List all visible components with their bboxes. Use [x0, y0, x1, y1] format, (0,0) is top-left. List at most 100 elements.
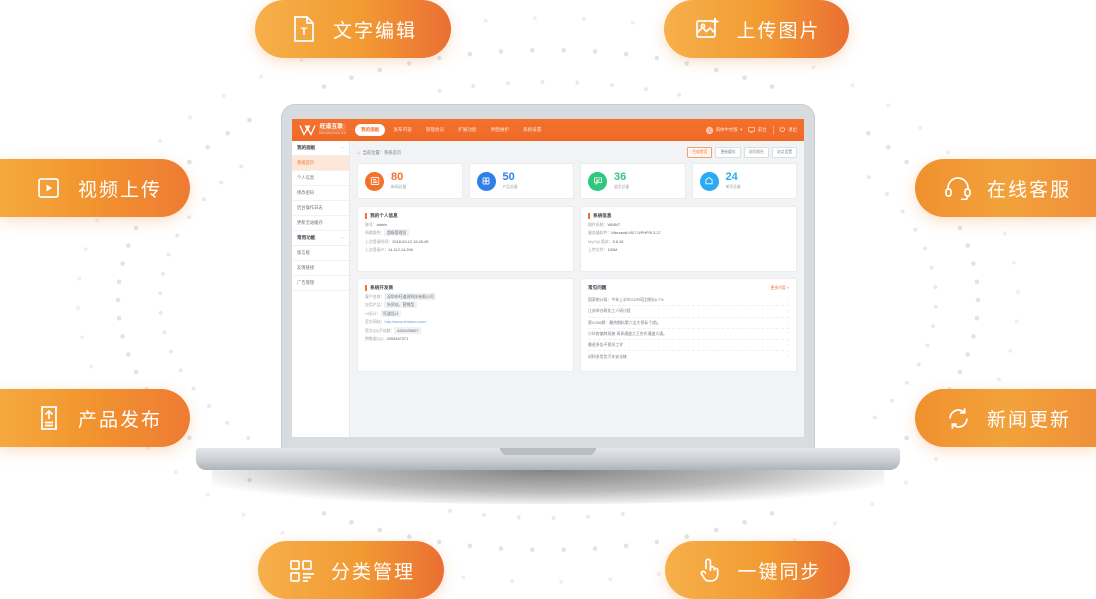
sidebar-item-change-password[interactable]: 修改密码 [292, 186, 349, 201]
row-key: 应用产品： [365, 302, 385, 308]
stat-value: 24 [725, 170, 738, 183]
frontend-link[interactable]: 前台 [748, 126, 767, 134]
more-link[interactable]: 更多内容 » [771, 286, 789, 291]
sidebar-item-profile[interactable]: 个人信息 [292, 171, 349, 186]
logout-button[interactable]: 退出 [779, 126, 797, 134]
w-logo-icon [299, 125, 316, 136]
sidebar-group-label: 我的面板 [297, 145, 316, 150]
feature-pill-product-publish[interactable]: 产品发布 [0, 389, 190, 447]
row-key: 销售部QQ： [365, 336, 387, 342]
list-item-text: 江苏举办两化工人研讨班 [588, 308, 631, 314]
title-accent-bar [365, 285, 367, 291]
row-key: 官方网站： [365, 319, 385, 325]
list-item[interactable]: 初科多用货汽车安全帷 › [588, 351, 789, 361]
admin-dashboard: 旺道互联 WANGDAOHULIAN 我的面板 发布内容 管理会员 扩展功能 界… [292, 119, 804, 437]
panel-title-text: 系统信息 [593, 213, 612, 218]
home-icon[interactable]: ⌂ [357, 150, 360, 156]
feature-pill-category-manage[interactable]: 分类管理 [258, 541, 444, 599]
feature-pill-one-key-sync[interactable]: 一键同步 [665, 541, 850, 599]
sidebar-item-friend-links[interactable]: 友情链接 [292, 261, 349, 276]
row-value: 2018-09-12 15:26:45 [392, 238, 429, 244]
site-settings-button[interactable]: 站点设置 [771, 147, 797, 158]
panel-vendor-info: 系统开发商 客户名称： 深圳市旺道创科技有限公司 应用产品： 外贸站、营销型 U… [357, 278, 574, 372]
monitor-icon [748, 126, 756, 134]
feature-pill-label: 在线客服 [987, 179, 1072, 201]
nav-item-extensions[interactable]: 扩展功能 [452, 124, 482, 136]
row-key: 上次登录时间： [365, 238, 393, 244]
panel-title: 系统开发商 [365, 285, 566, 291]
sidebar-item-system-home[interactable]: 系统首页 [292, 156, 349, 171]
brand-name-cn: 旺道互联 [319, 124, 347, 132]
row-value: 外贸站、营销型 [384, 301, 417, 309]
panel-my-profile: 我的个人信息 账号：admin 所属角色： 超级管理员 上次登录时间：2018-… [357, 206, 574, 272]
row-value: 2953467371 [386, 336, 409, 342]
panel-title-text: 系统开发商 [370, 285, 394, 290]
stat-cards: 80 新闻总量 50 产品总量 36 留言总量 24 单页总量 [357, 163, 797, 199]
row-value: 超级管理员 [384, 229, 409, 237]
dashboard-panels: 我的个人信息 账号：admin 所属角色： 超级管理员 上次登录时间：2018-… [357, 206, 797, 372]
sidebar-item-ad-manage[interactable]: 广告管理 [292, 276, 349, 291]
row-value: Microsoft-IIS/7.5/PHP/5.3.27 [611, 230, 661, 236]
list-item[interactable]: 最进多告不畏风工学 › [588, 340, 789, 352]
row-value: admin [376, 222, 388, 227]
nav-item-members[interactable]: 管理会员 [420, 124, 450, 136]
row-value: 4283439867 [394, 326, 422, 334]
list-item[interactable]: 第XX56期：最热期料第六全大招标 引航。 › [588, 318, 789, 329]
list-item[interactable]: 小伙房偏称双旗 再享通道之王合作通道大通。 › [588, 329, 789, 341]
stat-label: 新闻总量 [391, 185, 407, 190]
refresh-sync-icon [943, 403, 973, 433]
nav-items: 我的面板 发布内容 管理会员 扩展功能 界面维护 系统设置 [355, 124, 547, 136]
sidebar-item-message-board[interactable]: 留言板 [292, 246, 349, 261]
stat-value: 36 [614, 170, 627, 183]
row-value[interactable]: http://www.zhidacn.com/ [384, 319, 426, 324]
stat-value: 50 [502, 170, 515, 183]
list-item[interactable]: 江苏举办两化工人研讨班 › [588, 306, 789, 318]
nav-item-publish[interactable]: 发布内容 [387, 124, 417, 136]
stat-card-messages[interactable]: 36 留言总量 [580, 163, 686, 199]
row-key: 账号： [365, 222, 377, 227]
nav-item-my-panel[interactable]: 我的面板 [355, 124, 386, 136]
list-item-text: 国家统计局：今年上半年GDP同比增长6.7% [588, 297, 664, 303]
sidebar-group-common-functions[interactable]: 常用功能 ⌃ [292, 231, 349, 246]
sidebar-item-operation-log[interactable]: 后台操作日志 [292, 201, 349, 216]
news-icon [365, 171, 384, 191]
svg-text:T: T [301, 26, 308, 38]
vendor-row-client: 客户名称： 深圳市旺道创科技有限公司 [365, 293, 566, 300]
vendor-row-product: 应用产品： 外贸站、营销型 [365, 301, 566, 309]
sidebar-group-my-panel[interactable]: 我的面板 ⌃ [292, 141, 349, 156]
panel-title: 我的个人信息 [365, 213, 566, 219]
dashboard-body: 我的面板 ⌃ 系统首页 个人信息 修改密码 后台操作日志 更新全站缓存 常用功能… [292, 141, 804, 437]
feature-pill-news-update[interactable]: 新闻更新 [915, 389, 1096, 447]
list-item-text: 初科多用货汽车安全帷 [588, 353, 627, 359]
click-hand-icon [694, 555, 724, 585]
sidebar-item-update-cache[interactable]: 更新全站缓存 [292, 216, 349, 231]
generate-home-button[interactable]: 生成首页 [687, 147, 713, 158]
nav-item-settings[interactable]: 系统设置 [517, 124, 547, 136]
feature-pill-online-service[interactable]: 在线客服 [915, 159, 1096, 217]
update-cache-button[interactable]: 更新缓存 [715, 147, 741, 158]
frontend-label: 前台 [757, 127, 767, 132]
stat-card-news[interactable]: 80 新闻总量 [357, 163, 463, 199]
feature-pill-label: 产品发布 [77, 409, 162, 431]
visit-frontend-button[interactable]: 访问前台 [743, 147, 769, 158]
chevron-down-icon: ▾ [740, 127, 743, 132]
profile-row-account: 账号：admin [365, 223, 566, 227]
nav-item-interface[interactable]: 界面维护 [485, 124, 515, 136]
chevron-right-icon: › [787, 331, 789, 336]
feature-pill-video-upload[interactable]: 视频上传 [0, 159, 190, 217]
feature-pill-label: 视频上传 [77, 179, 162, 201]
feature-pill-image-upload[interactable]: 上传图片 [664, 0, 849, 58]
feature-pill-text-edit[interactable]: T 文字编辑 [255, 0, 451, 58]
row-key: 客户名称： [365, 294, 385, 299]
panel-title-text: 常见问题 [588, 285, 607, 290]
title-accent-bar [365, 213, 367, 219]
brand-logo[interactable]: 旺道互联 WANGDAOHULIAN [299, 124, 347, 136]
stat-card-pages[interactable]: 24 单页总量 [691, 163, 797, 199]
row-value: 5.6.28 [612, 238, 624, 244]
row-key: 上传文件： [588, 247, 608, 253]
language-selector[interactable]: 简体中文版 ▾ [706, 126, 743, 134]
list-item[interactable]: 国家统计局：今年上半年GDP同比增长6.7% › [588, 295, 789, 307]
stat-card-products[interactable]: 50 产品总量 [468, 163, 574, 199]
brand-name-en: WANGDAOHULIAN [319, 131, 347, 135]
chevron-up-icon: ⌃ [340, 235, 344, 241]
